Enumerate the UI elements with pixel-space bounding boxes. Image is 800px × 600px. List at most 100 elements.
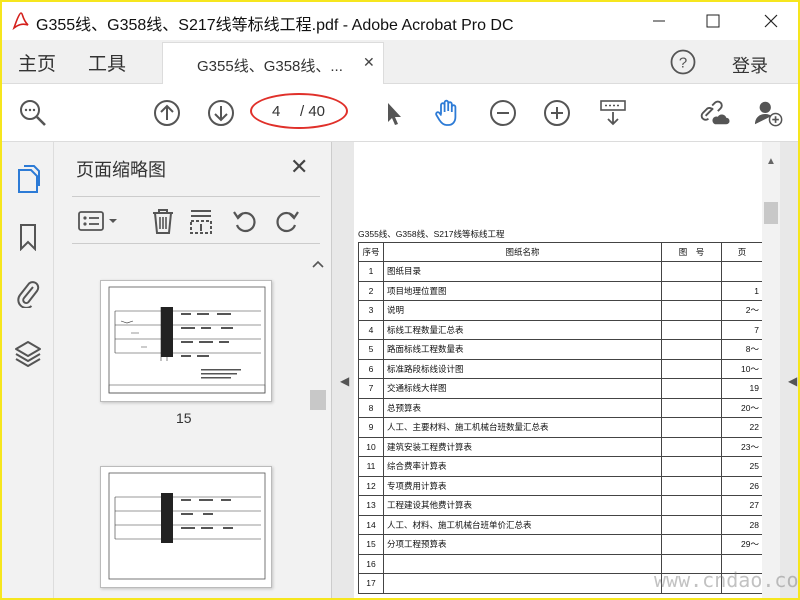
search-button[interactable] xyxy=(18,98,48,128)
drawing-name: 工程建设其他费计算表 xyxy=(383,495,662,516)
drawing-name: 综合费率计算表 xyxy=(383,456,662,477)
rotate-left-button[interactable] xyxy=(230,207,260,235)
column-header: 页 xyxy=(721,242,763,262)
drawing-number xyxy=(661,261,722,282)
left-rail xyxy=(2,142,54,598)
drawing-number xyxy=(661,397,722,418)
layers-button[interactable] xyxy=(14,338,42,368)
table-row: 4 标线工程数量汇总表 7 xyxy=(358,319,763,340)
thumbnail-toolbar xyxy=(72,196,320,244)
page-ref: 29～ xyxy=(721,534,763,555)
rotate-right-button[interactable] xyxy=(272,207,302,235)
share-link-button[interactable] xyxy=(700,98,730,128)
tab-home[interactable]: 主页 xyxy=(18,49,56,76)
page-ref: 1 xyxy=(721,280,763,301)
row-number: 17 xyxy=(358,573,384,594)
row-number: 11 xyxy=(358,456,384,477)
previous-page-button[interactable] xyxy=(152,98,182,128)
close-window-button[interactable] xyxy=(748,2,794,40)
tab-document[interactable]: G355线、G358线、... ✕ xyxy=(162,42,384,84)
page-ref: 2～ xyxy=(721,300,763,321)
delete-page-button[interactable] xyxy=(148,207,178,235)
next-page-button[interactable] xyxy=(206,98,236,128)
page-ref: 7 xyxy=(721,319,763,340)
help-icon[interactable]: ? xyxy=(670,49,696,75)
row-number: 3 xyxy=(358,300,384,321)
drawing-number xyxy=(661,280,722,301)
attachments-button[interactable] xyxy=(14,278,42,308)
row-number: 9 xyxy=(358,417,384,438)
drawing-number xyxy=(661,514,722,535)
page-ref: 25 xyxy=(721,456,763,477)
scrollbar-thumb[interactable] xyxy=(764,202,778,224)
toolbar: 4 / 40 xyxy=(2,84,798,142)
page-thumbnail-drawing xyxy=(108,472,266,580)
minimize-button[interactable] xyxy=(636,2,682,40)
thumbnail-options-button[interactable] xyxy=(76,207,120,235)
table-row: 12 专项费用计算表 26 xyxy=(358,475,763,496)
rotate-cw-icon xyxy=(276,211,299,233)
paperclip-icon xyxy=(17,281,40,308)
arrow-down-circle-icon xyxy=(208,100,234,126)
close-panel-icon[interactable]: ✕ xyxy=(290,154,308,180)
table-header-row: 序号 图纸名称 图 号 页 xyxy=(358,242,763,262)
drawing-name: 路面标线工程数量表 xyxy=(383,339,662,360)
table-row: 8 总预算表 20～ xyxy=(358,397,763,418)
table-row: 15 分项工程预算表 29～ xyxy=(358,534,763,555)
collapse-right-icon[interactable]: ◀ xyxy=(788,374,797,388)
drawing-name: 专项费用计算表 xyxy=(383,475,662,496)
hand-tool-button[interactable] xyxy=(432,98,462,128)
drawing-number xyxy=(661,358,722,379)
minus-circle-icon xyxy=(490,100,516,126)
column-header: 图纸名称 xyxy=(383,242,662,262)
row-number: 14 xyxy=(358,514,384,535)
tab-tools[interactable]: 工具 xyxy=(88,49,126,76)
table-row: 5 路面标线工程数量表 8～ xyxy=(358,339,763,360)
maximize-button[interactable] xyxy=(690,2,736,40)
extract-page-button[interactable] xyxy=(186,207,216,235)
drawing-number xyxy=(661,417,722,438)
page-thumbnail-drawing xyxy=(108,286,266,394)
page-display-button[interactable] xyxy=(598,98,628,128)
document-heading: G355线、G358线、S217线等标线工程 xyxy=(358,229,505,239)
drawing-number xyxy=(661,456,722,477)
thumbnail-scrollbar[interactable] xyxy=(308,254,326,598)
layers-icon xyxy=(15,341,41,367)
drawing-number xyxy=(661,319,722,340)
drawing-index-table: 序号 图纸名称 图 号 页 1 图纸目录 2 项目地理位置图 1 3 说明 2～ 4 标线工程数量… xyxy=(358,242,763,594)
page-ref xyxy=(721,261,763,282)
page-thumbnail[interactable] xyxy=(100,466,272,588)
zoom-out-button[interactable] xyxy=(488,98,518,128)
login-button[interactable]: 登录 xyxy=(732,52,768,78)
pages-icon xyxy=(18,165,40,193)
scrollbar-thumb[interactable] xyxy=(310,390,326,410)
row-number: 1 xyxy=(358,261,384,282)
drawing-number xyxy=(661,300,722,321)
drawing-name: 人工、材料、施工机械台班单价汇总表 xyxy=(383,514,662,535)
bookmarks-button[interactable] xyxy=(14,222,42,252)
drawing-name: 标线工程数量汇总表 xyxy=(383,319,662,340)
highlight-ellipse xyxy=(250,93,348,129)
row-number: 13 xyxy=(358,495,384,516)
column-header: 图 号 xyxy=(661,242,722,262)
row-number: 6 xyxy=(358,358,384,379)
add-user-button[interactable] xyxy=(754,98,784,128)
table-row: 3 说明 2～ xyxy=(358,300,763,321)
minimize-icon xyxy=(653,20,665,22)
page-thumbnail[interactable] xyxy=(100,280,272,402)
drawing-name: 说明 xyxy=(383,300,662,321)
row-number: 15 xyxy=(358,534,384,555)
document-scrollbar[interactable]: ▲ xyxy=(762,142,780,598)
row-number: 4 xyxy=(358,319,384,340)
select-tool-button[interactable] xyxy=(378,98,408,128)
page-ref: 19 xyxy=(721,378,763,399)
scroll-up-icon[interactable]: ▲ xyxy=(766,156,776,167)
collapse-left-icon[interactable]: ◀ xyxy=(340,374,349,388)
page-ref: 28 xyxy=(721,514,763,535)
close-tab-icon[interactable]: ✕ xyxy=(363,54,375,71)
document-viewer: ◀ G355线、G358线、S217线等标线工程 序号 图纸名称 图 号 页 1… xyxy=(332,142,798,598)
zoom-in-button[interactable] xyxy=(542,98,572,128)
add-user-icon xyxy=(754,101,783,127)
plus-circle-icon xyxy=(544,100,570,126)
page-thumbnails-button[interactable] xyxy=(14,164,42,194)
